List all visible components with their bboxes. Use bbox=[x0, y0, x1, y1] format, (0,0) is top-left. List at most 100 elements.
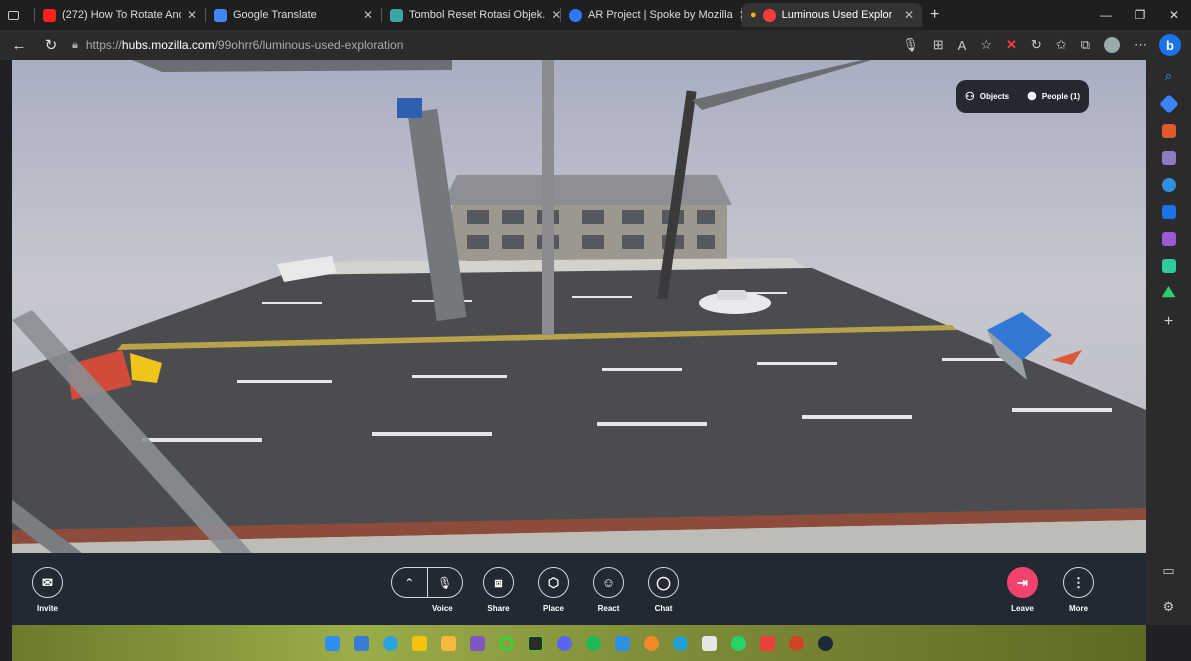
invite-button[interactable]: ✉ Invite bbox=[32, 567, 63, 613]
objects-icon: ⚇ bbox=[964, 91, 975, 103]
edge-browser-icon[interactable] bbox=[673, 635, 688, 651]
file-explorer-icon[interactable] bbox=[441, 635, 456, 651]
powerpoint-icon[interactable] bbox=[789, 635, 804, 651]
calculator-icon[interactable] bbox=[354, 635, 369, 651]
tab-youtube[interactable]: (272) How To Rotate And Scale C ✕ bbox=[35, 3, 205, 27]
tab-spoke[interactable]: AR Project | Spoke by Mozilla ✕ bbox=[561, 3, 749, 27]
app-grid-icon[interactable]: ⊞ bbox=[933, 37, 944, 53]
window-controls: — ❐ ✕ bbox=[1089, 0, 1191, 30]
tab-tombol-reset[interactable]: Tombol Reset Rotasi Objek. ✕ bbox=[382, 3, 561, 27]
chevron-up-icon[interactable]: ⌃ bbox=[392, 576, 427, 590]
edge-icon[interactable] bbox=[1161, 178, 1176, 192]
url-prefix: https:// bbox=[85, 38, 122, 52]
search-icon[interactable]: ⌕ bbox=[1165, 68, 1172, 84]
address-bar-icons: 🎙︎ ⊞ A ☆ ✕ ↻ ✩ ⧉ ⋯ bbox=[902, 37, 1183, 53]
tab-title: (272) How To Rotate And Scale C bbox=[62, 9, 181, 21]
share-button[interactable]: ⧈ Share bbox=[483, 567, 514, 613]
windows-start-icon[interactable] bbox=[325, 635, 340, 651]
close-icon[interactable]: ✕ bbox=[551, 8, 561, 22]
more-options-icon[interactable]: ⋯ bbox=[1134, 37, 1147, 53]
sign-gantry-left bbox=[132, 60, 452, 72]
paint-icon[interactable] bbox=[470, 635, 485, 651]
road-sign-blue bbox=[397, 98, 422, 118]
tab-google-translate[interactable]: Google Translate ✕ bbox=[206, 3, 381, 27]
back-button[interactable]: ← bbox=[8, 34, 30, 56]
bing-copilot-icon[interactable]: b bbox=[1159, 34, 1181, 56]
games-icon[interactable] bbox=[1161, 151, 1176, 165]
vscode-icon[interactable] bbox=[615, 635, 630, 651]
close-icon[interactable]: ✕ bbox=[904, 8, 914, 22]
objects-people-panel: ⚇ Objects ⚉ People (1) bbox=[956, 80, 1089, 113]
spotify-icon[interactable] bbox=[586, 635, 601, 651]
favorite-add-icon[interactable]: ☆ bbox=[980, 37, 992, 53]
restore-icon[interactable]: ❐ bbox=[1123, 0, 1157, 30]
building-roof bbox=[442, 175, 732, 205]
more-button[interactable]: ⋮ More bbox=[1063, 567, 1094, 613]
outlook-icon[interactable] bbox=[1161, 205, 1176, 219]
place-button[interactable]: ⬡ Place bbox=[538, 567, 569, 613]
settings-icon[interactable]: ⚙ bbox=[1163, 599, 1175, 615]
chat-button[interactable]: ◯ Chat bbox=[648, 567, 679, 613]
objects-label: Objects bbox=[979, 92, 1010, 101]
leave-label: Leave bbox=[1011, 604, 1034, 613]
steam-icon[interactable] bbox=[818, 635, 833, 651]
designer-icon[interactable] bbox=[1161, 232, 1176, 246]
sidebar-bottom: ▭ ⚙ bbox=[1162, 563, 1174, 615]
url-path: /99ohrr6/luminous-used-exploration bbox=[214, 38, 404, 52]
telegram-icon[interactable] bbox=[383, 635, 398, 651]
3d-scene-viewport[interactable]: ⚇ Objects ⚉ People (1) bbox=[12, 60, 1146, 553]
tab-actions-icon bbox=[8, 10, 19, 20]
new-tab-button[interactable]: + bbox=[922, 3, 947, 27]
tree-icon[interactable] bbox=[1161, 286, 1176, 298]
minimize-icon[interactable]: — bbox=[1089, 0, 1123, 30]
objects-button[interactable]: ⚇ Objects bbox=[965, 90, 1009, 103]
browser-tab-strip: (272) How To Rotate And Scale C ✕ Google… bbox=[0, 0, 1191, 30]
whatsapp-icon[interactable] bbox=[731, 635, 746, 651]
shopping-tag-icon[interactable] bbox=[1158, 94, 1179, 114]
tab-actions-button[interactable] bbox=[0, 3, 34, 27]
tab-title: Google Translate bbox=[233, 9, 317, 21]
read-aloud-icon[interactable]: A bbox=[958, 38, 967, 53]
address-bar-row: ← ↻ 🔒︎ https://hubs.mozilla.com/99ohrr6/… bbox=[0, 30, 1191, 60]
close-icon[interactable]: ✕ bbox=[187, 8, 197, 22]
extension-blocked-icon[interactable]: ✕ bbox=[1006, 37, 1017, 53]
send-icon[interactable] bbox=[1161, 259, 1176, 273]
microphone-icon[interactable]: 🎙︎ bbox=[902, 37, 919, 53]
people-icon: ⚉ bbox=[1026, 91, 1037, 103]
traffic-cone bbox=[1052, 350, 1082, 365]
profile-avatar[interactable] bbox=[1104, 37, 1120, 53]
add-icon[interactable]: + bbox=[1164, 313, 1173, 331]
terminal-icon[interactable] bbox=[528, 635, 543, 651]
refresh-extension-icon[interactable]: ↻ bbox=[1031, 37, 1042, 53]
loading-ring-icon[interactable] bbox=[499, 635, 514, 651]
page-icon bbox=[390, 8, 403, 22]
discord-icon[interactable] bbox=[557, 635, 572, 651]
envelope-icon: ✉ bbox=[32, 567, 63, 598]
tab-luminous-used-exploration[interactable]: ● Luminous Used Exploration ✕ bbox=[742, 3, 922, 27]
car-roof bbox=[717, 290, 747, 300]
mic-muted-icon[interactable]: 🎙︎ bbox=[428, 576, 463, 590]
sticky-notes-icon[interactable] bbox=[412, 635, 427, 651]
tab-title: AR Project | Spoke by Mozilla bbox=[588, 9, 733, 21]
hubs-icon bbox=[762, 8, 776, 22]
unity-icon[interactable] bbox=[702, 635, 717, 651]
collections-icon[interactable]: ⧉ bbox=[1081, 37, 1090, 53]
tools-icon[interactable] bbox=[1161, 124, 1176, 138]
favorites-icon[interactable]: ✩ bbox=[1056, 37, 1067, 53]
close-window-icon[interactable]: ✕ bbox=[1157, 0, 1191, 30]
refresh-button[interactable]: ↻ bbox=[40, 34, 62, 56]
sketchup-icon[interactable] bbox=[760, 635, 775, 651]
windows-taskbar bbox=[12, 625, 1146, 661]
url-host: hubs.mozilla.com bbox=[121, 38, 215, 52]
hide-sidebar-icon[interactable]: ▭ bbox=[1162, 563, 1174, 579]
leave-button[interactable]: ⇥ Leave bbox=[1007, 567, 1038, 613]
people-button[interactable]: ⚉ People (1) bbox=[1027, 90, 1080, 103]
close-icon[interactable]: ✕ bbox=[363, 8, 373, 22]
react-label: React bbox=[597, 604, 620, 613]
share-label: Share bbox=[487, 604, 510, 613]
blender-icon[interactable] bbox=[644, 635, 659, 651]
react-button[interactable]: ☺ React bbox=[593, 567, 624, 613]
url-field[interactable]: 🔒︎ https://hubs.mozilla.com/99ohrr6/lumi… bbox=[72, 38, 403, 52]
share-screen-icon: ⧈ bbox=[483, 567, 514, 598]
sign-gantry-right bbox=[692, 60, 872, 110]
